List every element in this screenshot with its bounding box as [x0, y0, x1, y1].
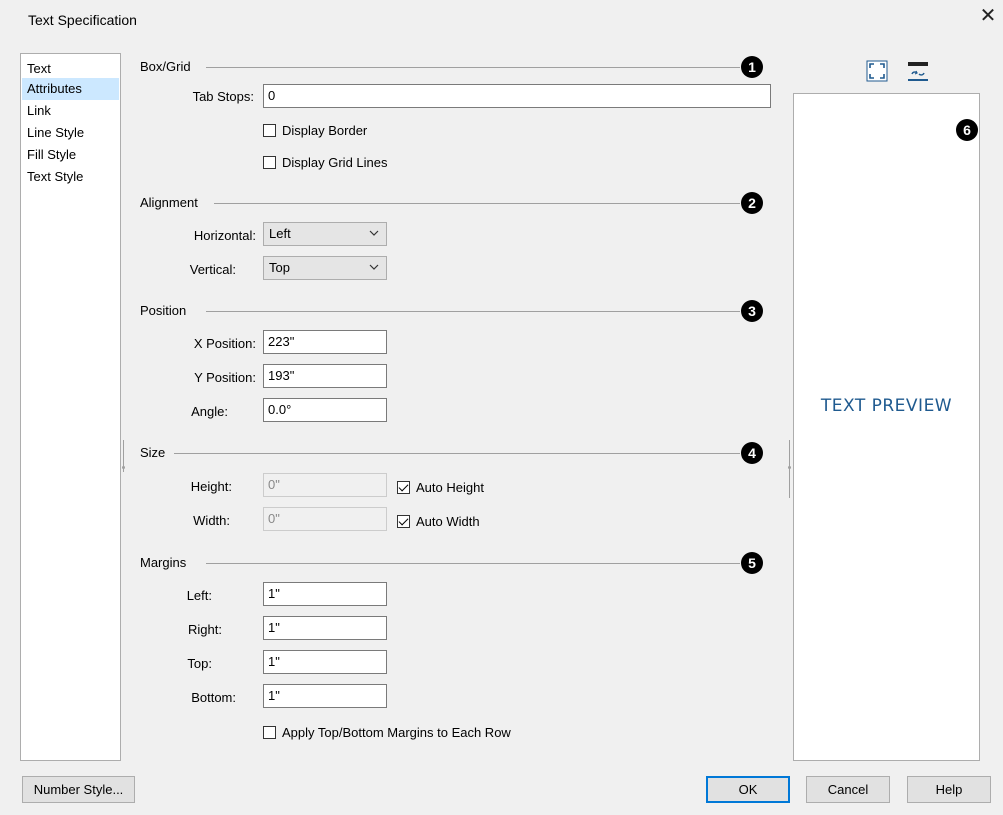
auto-width-box[interactable]	[397, 514, 410, 528]
display-grid-lines-checkbox[interactable]: Display Grid Lines	[263, 153, 388, 171]
display-grid-lines-label: Display Grid Lines	[282, 154, 388, 170]
callout-badge-2: 2	[741, 192, 763, 214]
margin-top-label: Top:	[187, 656, 212, 671]
auto-width-checkbox[interactable]: Auto Width	[397, 512, 480, 530]
width-label: Width:	[193, 513, 230, 528]
auto-width-label: Auto Width	[416, 513, 480, 529]
callout-badge-3: 3	[741, 300, 763, 322]
sidebar-item-text[interactable]: Text	[22, 58, 119, 80]
callout-badge-4: 4	[741, 442, 763, 464]
right-splitter-grip	[788, 466, 791, 469]
apply-margins-each-row-checkbox[interactable]: Apply Top/Bottom Margins to Each Row	[263, 723, 511, 741]
margin-right-label: Right:	[188, 622, 222, 637]
margin-left-label: Left:	[186, 588, 212, 603]
cancel-button[interactable]: Cancel	[806, 776, 890, 803]
ok-button[interactable]: OK	[706, 776, 790, 803]
margin-bottom-input[interactable]: 1"	[263, 684, 387, 708]
box-grid-divider	[206, 67, 740, 68]
y-position-input[interactable]: 193"	[263, 364, 387, 388]
margin-left-input[interactable]: 1"	[263, 582, 387, 606]
auto-height-checkbox[interactable]: Auto Height	[397, 478, 484, 496]
sidebar-item-attributes[interactable]: Attributes	[22, 78, 119, 100]
auto-height-label: Auto Height	[416, 479, 484, 495]
y-position-label: Y Position:	[194, 370, 256, 385]
help-button[interactable]: Help	[907, 776, 991, 803]
text-preview-panel: 6 TEXT PREVIEW	[793, 93, 980, 761]
dialog-title: Text Specification	[28, 12, 137, 28]
reverse-preview-icon[interactable]	[907, 60, 929, 82]
alignment-heading: Alignment	[140, 195, 198, 210]
size-divider	[174, 453, 740, 454]
box-grid-heading: Box/Grid	[140, 59, 191, 74]
sidebar-item-text-style[interactable]: Text Style	[22, 166, 119, 188]
horizontal-selected-value: Left	[269, 226, 291, 241]
sidebar-nav: Text Attributes Link Line Style Fill Sty…	[20, 53, 121, 761]
alignment-divider	[214, 203, 740, 204]
display-border-box[interactable]	[263, 123, 276, 137]
margins-divider	[206, 563, 740, 564]
x-position-label: X Position:	[193, 336, 256, 351]
margin-top-input[interactable]: 1"	[263, 650, 387, 674]
position-heading: Position	[140, 303, 187, 318]
sidebar-item-line-style[interactable]: Line Style	[22, 122, 119, 144]
callout-badge-6: 6	[956, 119, 978, 141]
tab-stops-input[interactable]: 0	[263, 84, 771, 108]
callout-badge-1: 1	[741, 56, 763, 78]
display-border-label: Display Border	[282, 122, 368, 138]
chevron-down-icon	[369, 264, 379, 270]
angle-label: Angle:	[191, 404, 228, 419]
margin-right-input[interactable]: 1"	[263, 616, 387, 640]
auto-height-box[interactable]	[397, 480, 410, 494]
apply-margins-each-row-box[interactable]	[263, 725, 276, 739]
number-style-button[interactable]: Number Style...	[22, 776, 135, 803]
vertical-label: Vertical:	[189, 262, 236, 277]
sidebar-item-fill-style[interactable]: Fill Style	[22, 144, 119, 166]
callout-badge-5: 5	[741, 552, 763, 574]
margin-bottom-label: Bottom:	[191, 690, 236, 705]
horizontal-label: Horizontal:	[193, 228, 256, 243]
horizontal-select[interactable]: Left	[263, 222, 387, 246]
close-icon[interactable]: ✕	[978, 6, 998, 26]
margins-heading: Margins	[140, 555, 187, 570]
fill-window-icon[interactable]	[866, 60, 888, 82]
tab-stops-label: Tab Stops:	[192, 89, 254, 104]
height-input[interactable]: 0"	[263, 473, 387, 497]
vertical-selected-value: Top	[269, 260, 290, 275]
display-border-checkbox[interactable]: Display Border	[263, 121, 367, 139]
display-grid-lines-box[interactable]	[263, 155, 276, 169]
chevron-down-icon	[369, 230, 379, 236]
angle-input[interactable]: 0.0°	[263, 398, 387, 422]
width-input[interactable]: 0"	[263, 507, 387, 531]
height-label: Height:	[190, 479, 232, 494]
vertical-select[interactable]: Top	[263, 256, 387, 280]
text-preview-label: TEXT PREVIEW	[820, 396, 953, 416]
x-position-input[interactable]: 223"	[263, 330, 387, 354]
position-divider	[206, 311, 740, 312]
right-splitter-line	[789, 440, 790, 498]
size-heading: Size	[140, 445, 166, 460]
sidebar-item-link[interactable]: Link	[22, 100, 119, 122]
apply-margins-each-row-label: Apply Top/Bottom Margins to Each Row	[282, 724, 511, 740]
left-splitter-grip	[122, 466, 125, 469]
